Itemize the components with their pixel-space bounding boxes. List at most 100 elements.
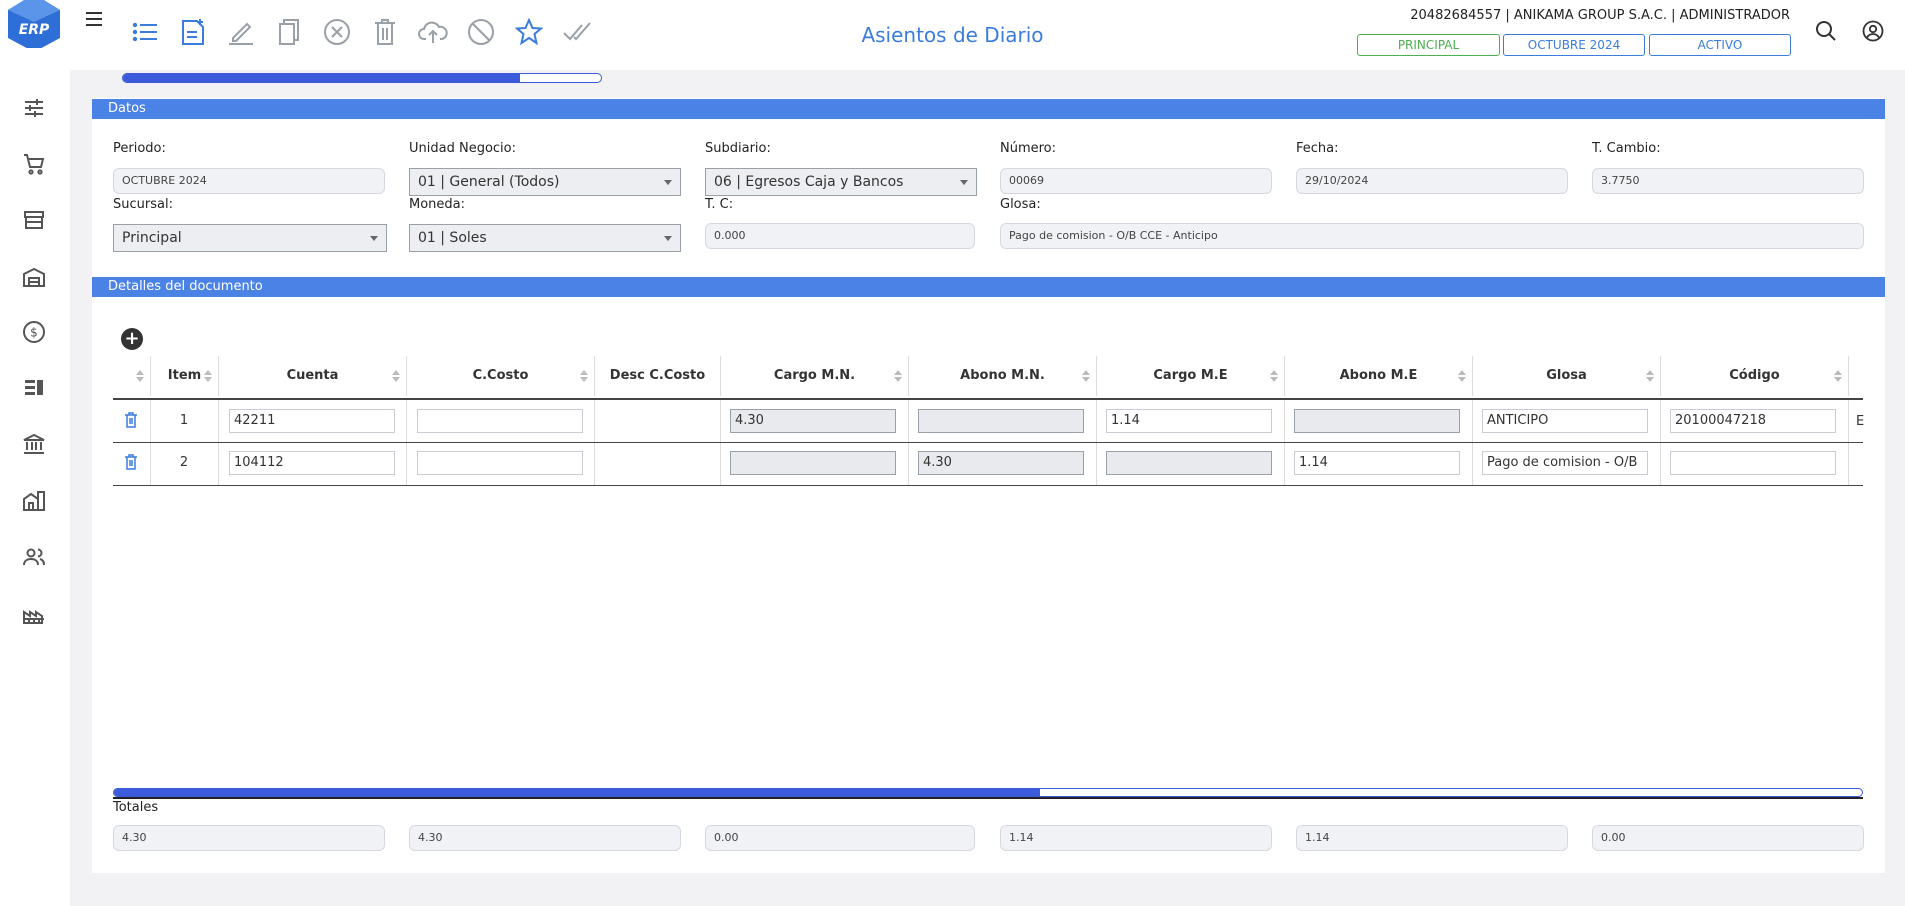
total-abono-me-field[interactable]: 1.14 (1296, 825, 1568, 851)
table-header-divider (113, 398, 1863, 400)
total-abono-mn-field[interactable]: 4.30 (409, 825, 681, 851)
cancel-icon[interactable] (321, 16, 353, 48)
cargo-me-input[interactable]: 1.14 (1106, 409, 1272, 433)
glosa-input[interactable]: ANTICIPO (1482, 409, 1648, 433)
row-divider (113, 442, 1863, 443)
table-horizontal-scrollbar[interactable] (113, 788, 1863, 797)
scrollbar-thumb[interactable] (114, 789, 1041, 796)
column-header-cargo-mn[interactable]: Cargo M.N. (721, 356, 909, 396)
copy-icon[interactable] (273, 16, 305, 48)
tc-field[interactable]: 0.000 (705, 223, 975, 249)
progress-bar (122, 73, 602, 83)
fecha-field[interactable]: 29/10/2024 (1296, 168, 1568, 194)
status-badge: ACTIVO (1649, 34, 1791, 56)
codigo-input[interactable] (1670, 451, 1836, 475)
detalles-section-header: Detalles del documento (92, 277, 1885, 297)
periodo-field[interactable]: OCTUBRE 2024 (113, 168, 385, 194)
menu-toggle-icon[interactable] (86, 12, 102, 26)
column-header-abono-me[interactable]: Abono M.E (1285, 356, 1473, 396)
sort-icon (1834, 370, 1842, 382)
total-cargo-mn-field[interactable]: 4.30 (113, 825, 385, 851)
favorite-icon[interactable] (513, 16, 545, 48)
cart-icon[interactable] (22, 152, 46, 176)
abono-mn-input[interactable]: 4.30 (918, 451, 1084, 475)
search-icon[interactable] (1815, 20, 1837, 42)
sort-icon (1082, 370, 1090, 382)
cuenta-input[interactable]: 42211 (229, 409, 395, 433)
column-header-item[interactable]: Item (151, 356, 219, 396)
sort-icon (1270, 370, 1278, 382)
chevron-down-icon (664, 236, 672, 241)
sucursal-label: Sucursal: (113, 197, 173, 212)
glosa-field[interactable]: Pago de comision - O/B CCE - Anticipo (1000, 223, 1864, 249)
upload-icon[interactable] (417, 16, 449, 48)
approve-icon[interactable] (561, 16, 593, 48)
moneda-label: Moneda: (409, 197, 466, 212)
moneda-select[interactable]: 01 | Soles (409, 224, 681, 252)
abono-mn-input[interactable] (918, 409, 1084, 433)
abono-me-input[interactable] (1294, 409, 1460, 433)
sort-icon (894, 370, 902, 382)
totales-label: Totales (113, 800, 159, 815)
column-divider (1096, 400, 1097, 486)
numero-label: Número: (1000, 141, 1057, 156)
column-divider (908, 400, 909, 486)
column-header-codigo[interactable]: Código (1661, 356, 1849, 396)
subdiario-value: 06 | Egresos Caja y Bancos (714, 174, 904, 190)
building-icon[interactable] (22, 489, 46, 513)
unidad-negocio-select[interactable]: 01 | General (Todos) (409, 168, 681, 196)
warehouse-icon[interactable] (22, 265, 46, 289)
periodo-label: Periodo: (113, 141, 166, 156)
edit-icon[interactable] (225, 16, 257, 48)
cuenta-input[interactable]: 104112 (229, 451, 395, 475)
sucursal-select[interactable]: Principal (113, 224, 387, 252)
money-icon[interactable]: $ (22, 320, 46, 344)
new-document-icon[interactable] (177, 16, 209, 48)
moneda-value: 01 | Soles (418, 230, 487, 246)
column-header-ccosto[interactable]: C.Costo (407, 356, 595, 396)
overflow-cell: E (1856, 414, 1864, 429)
delete-icon[interactable] (369, 16, 401, 48)
glosa-input[interactable]: Pago de comision - O/B (1482, 451, 1648, 475)
t-cambio-field[interactable]: 3.7750 (1592, 168, 1864, 194)
list-icon[interactable] (129, 16, 161, 48)
sidebar: $ (0, 70, 70, 906)
branch-badge: PRINCIPAL (1357, 34, 1500, 56)
settings-sliders-icon[interactable] (22, 96, 46, 120)
ccosto-input[interactable] (417, 451, 583, 475)
delete-row-icon[interactable] (124, 412, 138, 428)
subdiario-select[interactable]: 06 | Egresos Caja y Bancos (705, 168, 977, 196)
ccosto-input[interactable] (417, 409, 583, 433)
codigo-input[interactable]: 20100047218 (1670, 409, 1836, 433)
users-icon[interactable] (22, 545, 46, 569)
column-header-cuenta[interactable]: Cuenta (219, 356, 407, 396)
total-diferencia-mn-field[interactable]: 0.00 (705, 825, 975, 851)
cargo-mn-input[interactable]: 4.30 (730, 409, 896, 433)
column-header-desc-ccosto[interactable]: Desc C.Costo (595, 356, 721, 396)
erp-logo[interactable]: ERP (6, 0, 62, 52)
total-diferencia-me-field[interactable]: 0.00 (1592, 825, 1864, 851)
column-header-abono-mn[interactable]: Abono M.N. (909, 356, 1097, 396)
cargo-me-input[interactable] (1106, 451, 1272, 475)
document-list-icon[interactable] (22, 376, 46, 400)
user-account-icon[interactable] (1862, 20, 1884, 42)
factory-icon[interactable] (22, 602, 46, 626)
block-icon[interactable] (465, 16, 497, 48)
column-header-actions[interactable] (113, 356, 151, 396)
delete-row-icon[interactable] (124, 454, 138, 470)
store-icon[interactable] (22, 208, 46, 232)
unidad-negocio-label: Unidad Negocio: (409, 141, 516, 156)
glosa-label: Glosa: (1000, 197, 1041, 212)
numero-field[interactable]: 00069 (1000, 168, 1272, 194)
row-item-number: 1 (179, 413, 189, 428)
add-row-button[interactable]: + (121, 328, 143, 350)
column-header-glosa[interactable]: Glosa (1473, 356, 1661, 396)
cargo-mn-input[interactable] (730, 451, 896, 475)
chevron-down-icon (370, 236, 378, 241)
abono-me-input[interactable]: 1.14 (1294, 451, 1460, 475)
column-divider (720, 400, 721, 486)
bank-icon[interactable] (22, 432, 46, 456)
company-info: 20482684557 | ANIKAMA GROUP S.A.C. | ADM… (1410, 8, 1790, 23)
column-header-cargo-me[interactable]: Cargo M.E (1097, 356, 1285, 396)
total-cargo-me-field[interactable]: 1.14 (1000, 825, 1272, 851)
